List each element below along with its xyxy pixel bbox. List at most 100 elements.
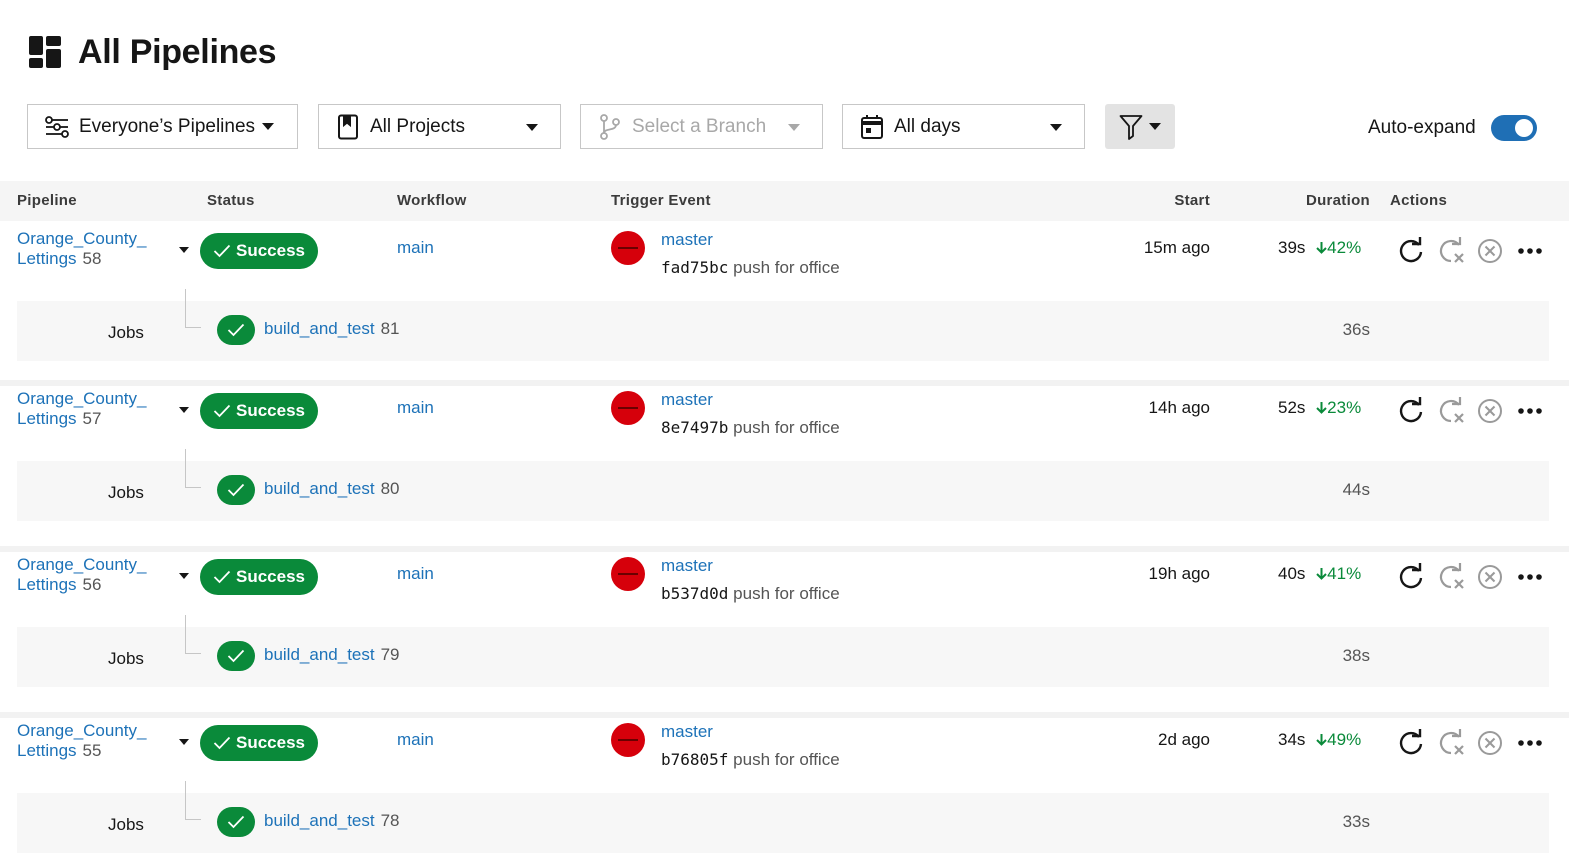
cancel-button[interactable] [1475,236,1505,266]
pipeline-name-line2: Lettings [17,575,77,594]
job-link[interactable]: build_and_test 79 [264,645,400,665]
start-time: 15m ago [1143,238,1210,257]
pipeline-name-link[interactable]: Orange_County_ Lettings 55 [17,721,146,761]
branch-link[interactable]: master [661,230,713,250]
commit-sha[interactable]: b76805f [661,750,728,769]
commit-info: b537d0d push for office [661,584,840,604]
commit-sha[interactable]: 8e7497b [661,418,728,437]
col-actions: Actions [1390,192,1448,209]
rerun-failed-button[interactable] [1436,236,1466,266]
arrow-down-icon [1316,402,1327,414]
filter-button[interactable] [1105,104,1175,149]
job-status-badge[interactable] [217,315,255,345]
commit-sha[interactable]: b537d0d [661,584,728,603]
pipeline-name-link[interactable]: Orange_County_ Lettings 57 [17,389,146,429]
pipelines-dropdown[interactable]: Everyone’s Pipelines [27,104,298,149]
pipeline-number: 56 [82,575,102,594]
job-name: build_and_test [264,319,375,338]
job-link[interactable]: build_and_test 80 [264,479,400,499]
branch-link[interactable]: master [661,556,713,576]
cancel-icon [1478,399,1502,423]
workflow-link[interactable]: main [397,398,434,418]
job-status-badge[interactable] [217,807,255,837]
workflow-link[interactable]: main [397,730,434,750]
auto-expand-label: Auto-expand [1368,117,1476,138]
rerun-button[interactable] [1396,236,1426,266]
expand-row-chevron-icon[interactable] [179,407,189,413]
col-pipeline: Pipeline [17,192,77,209]
rerun-failed-icon [1439,729,1464,755]
status-badge[interactable]: Success [200,559,318,595]
auto-expand-toggle[interactable] [1490,115,1537,141]
status-label: Success [236,241,305,260]
checkmark-icon [227,815,245,829]
rerun-icon [1399,729,1423,755]
commit-message: push for office [733,418,840,437]
more-icon [1518,574,1542,580]
job-duration: 33s [1342,812,1370,831]
rerun-failed-button[interactable] [1436,562,1466,592]
status-badge[interactable]: Success [200,233,318,269]
duration: 39s 42% [1278,238,1361,258]
more-options-button[interactable] [1515,396,1545,426]
avatar-logo-icon [618,247,638,249]
tree-line [185,653,201,654]
rerun-failed-icon [1439,563,1464,589]
checkmark-icon [213,736,231,750]
pipeline-name-link[interactable]: Orange_County_ Lettings 58 [17,229,146,269]
commit-info: b76805f push for office [661,750,840,770]
job-status-badge[interactable] [217,641,255,671]
auto-expand-control: Auto-expand [1368,114,1537,142]
more-options-button[interactable] [1515,236,1545,266]
more-options-button[interactable] [1515,728,1545,758]
tree-line [185,487,201,488]
col-workflow: Workflow [397,192,467,209]
job-link[interactable]: build_and_test 78 [264,811,400,831]
pipeline-name-line2: Lettings [17,741,77,760]
projects-dropdown[interactable]: All Projects [318,104,561,149]
avatar-logo-icon [618,407,638,409]
duration-delta: 49% [1316,730,1361,749]
expand-row-chevron-icon[interactable] [179,739,189,745]
job-status-badge[interactable] [217,475,255,505]
rerun-failed-button[interactable] [1436,396,1466,426]
workflow-link[interactable]: main [397,238,434,258]
rerun-button[interactable] [1396,396,1426,426]
rerun-button[interactable] [1396,562,1426,592]
more-icon [1518,408,1542,414]
project-icon [335,114,361,140]
avatar-logo-icon [618,739,638,741]
job-link[interactable]: build_and_test 81 [264,319,400,339]
rerun-failed-button[interactable] [1436,728,1466,758]
projects-dropdown-label: All Projects [370,115,466,137]
status-label: Success [236,567,305,586]
expand-row-chevron-icon[interactable] [179,247,189,253]
duration-delta: 42% [1316,238,1361,257]
days-dropdown[interactable]: All days [842,104,1085,149]
chevron-down-icon [262,123,275,130]
branch-link[interactable]: master [661,722,713,742]
branch-dropdown[interactable]: Select a Branch [580,104,823,149]
status-badge[interactable]: Success [200,393,318,429]
expand-row-chevron-icon[interactable] [179,573,189,579]
job-number: 80 [380,479,400,498]
pipeline-name-line1: Orange_County_ [17,229,147,248]
rerun-failed-icon [1439,397,1464,423]
pipeline-icon [44,114,70,140]
workflow-link[interactable]: main [397,564,434,584]
cancel-button[interactable] [1475,396,1505,426]
rerun-icon [1399,563,1423,589]
chevron-down-icon [1050,124,1062,131]
status-badge[interactable]: Success [200,725,318,761]
cancel-button[interactable] [1475,562,1505,592]
avatar [611,557,645,591]
pipeline-name-link[interactable]: Orange_County_ Lettings 56 [17,555,146,595]
branch-link[interactable]: master [661,390,713,410]
cancel-button[interactable] [1475,728,1505,758]
page-header: All Pipelines [29,30,277,74]
row-separator [0,546,1569,552]
commit-sha[interactable]: fad75bc [661,258,728,277]
rerun-button[interactable] [1396,728,1426,758]
more-options-button[interactable] [1515,562,1545,592]
branch-dropdown-placeholder: Select a Branch [632,115,767,137]
